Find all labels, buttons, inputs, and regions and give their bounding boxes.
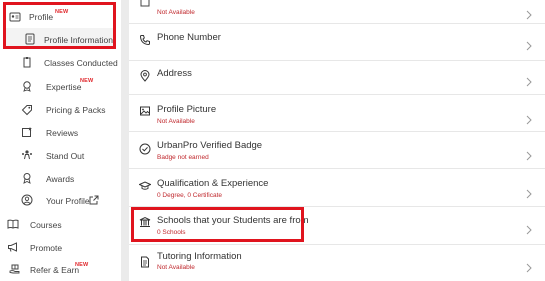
- sidebar-item-label: Stand Out: [46, 151, 85, 161]
- row-title: Address: [157, 68, 192, 79]
- price-tag-icon: [21, 104, 33, 116]
- ribbon-icon: [21, 172, 33, 184]
- list-row-profile-picture[interactable]: Profile Picture Not Available: [129, 95, 545, 132]
- phone-icon: [139, 33, 151, 46]
- external-link-icon: [88, 194, 100, 206]
- new-badge: NEW: [75, 262, 89, 268]
- list-row-verified-badge[interactable]: UrbanPro Verified Badge Badge not earned: [129, 132, 545, 169]
- sidebar-item-your-profile[interactable]: Your Profile: [0, 190, 121, 210]
- sidebar-item-reviews[interactable]: Reviews: [0, 122, 121, 142]
- sidebar-item-label: Pricing & Packs: [46, 105, 106, 115]
- chevron-right-icon: [525, 260, 533, 273]
- sidebar-item-awards[interactable]: Awards: [0, 168, 121, 188]
- sidebar-item-label: Expertise: [46, 82, 82, 92]
- sidebar-item-label: Awards: [46, 174, 75, 184]
- sidebar-item-stand-out[interactable]: Stand Out: [0, 145, 121, 165]
- highlight-box-schools: [131, 207, 304, 242]
- sidebar: Profile NEW Profile Information Classes …: [0, 0, 121, 281]
- chevron-right-icon: [525, 186, 533, 199]
- user-circle-icon: [21, 194, 33, 206]
- list-row-address[interactable]: Address: [129, 61, 545, 95]
- row-status: Not Available: [157, 264, 195, 271]
- sidebar-item-promote[interactable]: Promote: [0, 237, 121, 257]
- sidebar-item-refer-earn[interactable]: Refer & Earn NEW: [0, 259, 121, 279]
- sidebar-divider: [121, 0, 129, 281]
- list-row-top-partial[interactable]: Not Available: [129, 0, 545, 24]
- sidebar-item-label: Promote: [30, 243, 63, 253]
- row-title: Phone Number: [157, 32, 221, 43]
- row-title: Tutoring Information: [157, 251, 242, 262]
- partial-row-icon: [139, 0, 151, 7]
- sidebar-item-label: Refer & Earn: [30, 265, 80, 275]
- chevron-right-icon: [525, 74, 533, 87]
- megaphone-icon: [7, 241, 19, 253]
- sidebar-item-label: Reviews: [46, 128, 79, 138]
- graduation-cap-icon: [138, 179, 152, 191]
- row-status: Not Available: [157, 118, 195, 125]
- chevron-right-icon: [525, 222, 533, 235]
- sidebar-item-label: Your Profile: [46, 196, 90, 206]
- sidebar-item-classes-conducted[interactable]: Classes Conducted: [0, 52, 121, 72]
- list-row-tutoring-information[interactable]: Tutoring Information Not Available: [129, 245, 545, 281]
- award-medal-icon: [21, 80, 33, 92]
- sidebar-item-courses[interactable]: Courses: [0, 214, 121, 234]
- row-status: 0 Degree, 0 Certificate: [157, 192, 223, 199]
- row-title: UrbanPro Verified Badge: [157, 140, 263, 151]
- row-title: Profile Picture: [157, 104, 217, 115]
- sidebar-item-label: Classes Conducted: [44, 58, 118, 68]
- row-title: Qualification & Experience: [157, 178, 269, 189]
- highlight-box-profile: [3, 2, 116, 49]
- profile-information-list: Not Available Phone Number Address Profi…: [129, 0, 545, 281]
- location-pin-icon: [139, 69, 151, 82]
- sidebar-item-pricing-packs[interactable]: Pricing & Packs: [0, 99, 121, 119]
- chevron-right-icon: [525, 38, 533, 51]
- document-icon: [139, 255, 151, 268]
- sidebar-item-label: Courses: [30, 220, 62, 230]
- gift-hand-icon: [9, 263, 21, 275]
- row-status: Badge not earned: [157, 154, 209, 161]
- sidebar-item-expertise[interactable]: Expertise NEW: [0, 75, 121, 95]
- new-badge: NEW: [80, 78, 94, 84]
- users-icon: [21, 149, 33, 161]
- reviews-icon: [21, 126, 33, 138]
- verified-badge-icon: [139, 142, 151, 155]
- chevron-right-icon: [525, 7, 533, 20]
- list-row-phone-number[interactable]: Phone Number: [129, 24, 545, 61]
- list-row-qualification-experience[interactable]: Qualification & Experience 0 Degree, 0 C…: [129, 169, 545, 207]
- clipboard-icon: [21, 56, 33, 68]
- book-icon: [7, 218, 19, 230]
- row-status: Not Available: [157, 9, 195, 16]
- image-icon: [139, 104, 151, 116]
- chevron-right-icon: [525, 148, 533, 161]
- chevron-right-icon: [525, 112, 533, 125]
